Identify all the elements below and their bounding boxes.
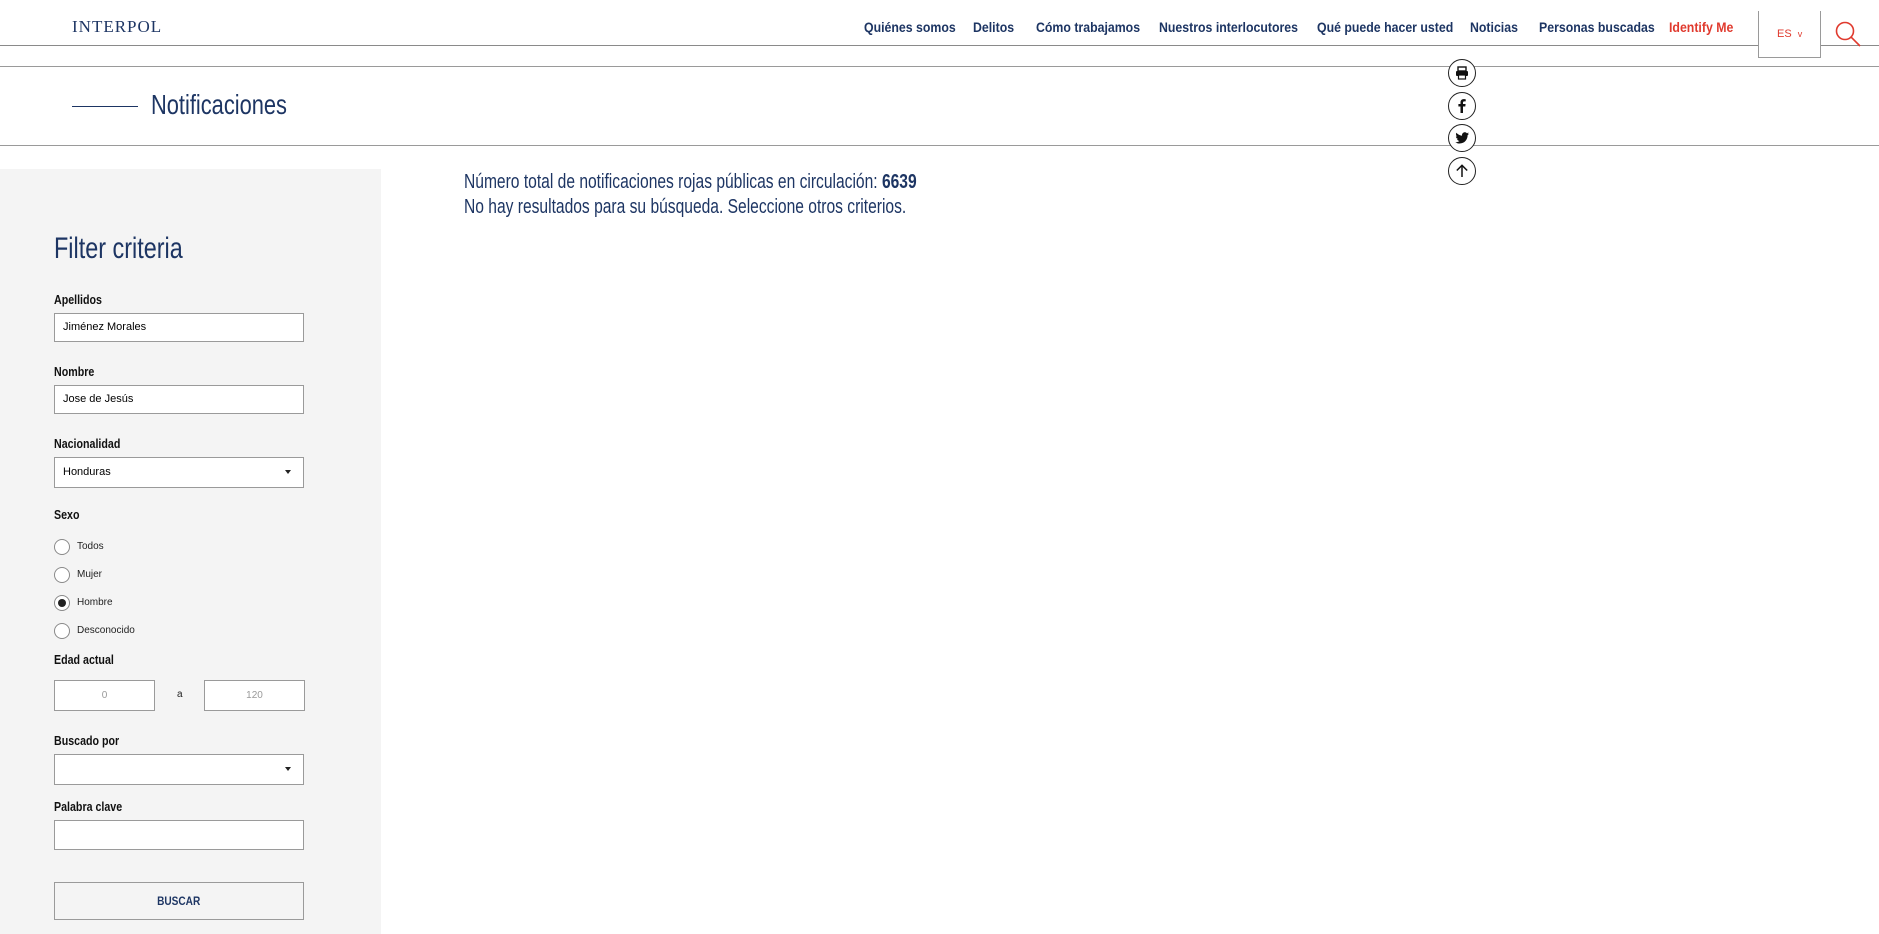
nav-quienes-somos[interactable]: Quiénes somos bbox=[864, 19, 956, 35]
caret-down-icon bbox=[285, 470, 291, 474]
nav-noticias[interactable]: Noticias bbox=[1470, 19, 1518, 35]
age-to-input[interactable]: 120 bbox=[204, 680, 305, 711]
facebook-share-button[interactable] bbox=[1448, 92, 1476, 120]
title-decoration-line bbox=[72, 106, 138, 107]
sex-label: Sexo bbox=[54, 507, 80, 522]
chevron-down-icon: v bbox=[1797, 29, 1803, 39]
surname-label: Apellidos bbox=[54, 292, 102, 307]
twitter-share-button[interactable] bbox=[1448, 124, 1476, 152]
forename-label: Nombre bbox=[54, 364, 95, 379]
page-title: Notificaciones bbox=[151, 89, 287, 120]
nav-que-puede-hacer-usted[interactable]: Qué puede hacer usted bbox=[1317, 19, 1453, 35]
interpol-logo[interactable]: INTERPOL bbox=[72, 17, 162, 37]
surname-input[interactable]: Jiménez Morales bbox=[54, 313, 304, 342]
results-total-count: 6639 bbox=[881, 171, 917, 193]
no-results-message: No hay resultados para su búsqueda. Sele… bbox=[464, 196, 907, 218]
nav-nuestros-interlocutores[interactable]: Nuestros interlocutores bbox=[1159, 19, 1298, 35]
language-selector[interactable]: ES v bbox=[1758, 11, 1821, 58]
language-label: ES v bbox=[1777, 28, 1803, 40]
filter-criteria-title: Filter criteria bbox=[54, 232, 183, 265]
header-divider bbox=[0, 66, 1879, 67]
results-total-label: Número total de notificaciones rojas púb… bbox=[464, 171, 882, 193]
radio-button[interactable] bbox=[54, 539, 70, 555]
forename-input[interactable]: Jose de Jesús bbox=[54, 385, 304, 414]
back-to-top-button[interactable] bbox=[1448, 157, 1476, 185]
radio-button[interactable] bbox=[54, 623, 70, 639]
wanted-by-label: Buscado por bbox=[54, 733, 120, 748]
arrow-up-icon bbox=[1456, 164, 1468, 177]
age-from-input[interactable]: 0 bbox=[54, 680, 155, 711]
top-bar: INTERPOL Quiénes somos Delitos Cómo trab… bbox=[0, 0, 1879, 46]
print-icon bbox=[1456, 66, 1468, 80]
nav-delitos[interactable]: Delitos bbox=[973, 19, 1014, 35]
nav-como-trabajamos[interactable]: Cómo trabajamos bbox=[1036, 19, 1140, 35]
search-button[interactable] bbox=[1834, 20, 1862, 48]
results-total: Número total de notificaciones rojas púb… bbox=[464, 171, 917, 194]
age-separator: a bbox=[177, 689, 183, 700]
caret-down-icon bbox=[285, 767, 291, 771]
age-label: Edad actual bbox=[54, 652, 114, 667]
print-button[interactable] bbox=[1448, 59, 1476, 87]
radio-button[interactable] bbox=[54, 567, 70, 583]
keyword-label: Palabra clave bbox=[54, 799, 123, 814]
nav-personas-buscadas[interactable]: Personas buscadas bbox=[1539, 19, 1655, 35]
twitter-icon bbox=[1455, 132, 1469, 144]
nationality-value: Honduras bbox=[63, 466, 111, 478]
keyword-input[interactable] bbox=[54, 820, 304, 850]
nationality-label: Nacionalidad bbox=[54, 436, 121, 451]
facebook-icon bbox=[1458, 99, 1466, 113]
buscar-button[interactable]: BUSCAR bbox=[54, 882, 304, 920]
buscar-button-label: BUSCAR bbox=[157, 894, 201, 908]
nav-identify-me[interactable]: Identify Me bbox=[1669, 19, 1733, 35]
title-divider bbox=[0, 145, 1879, 146]
radio-button-checked[interactable] bbox=[54, 595, 70, 611]
wanted-by-select[interactable] bbox=[54, 754, 304, 785]
nationality-select[interactable]: Honduras bbox=[54, 457, 304, 488]
search-icon bbox=[1835, 21, 1861, 47]
